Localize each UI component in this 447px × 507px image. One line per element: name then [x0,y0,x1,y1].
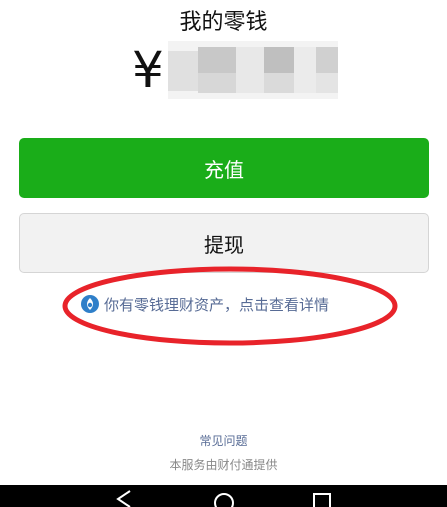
recharge-button[interactable]: 充值 [19,138,429,198]
faq-link[interactable]: 常见问题 [0,432,447,449]
wealth-notice-link[interactable]: 你有零钱理财资产，点击查看详情 [80,292,329,316]
system-nav-bar [0,485,447,507]
page-title: 我的零钱 [179,10,268,35]
currency-symbol: ¥ [132,41,164,99]
wealth-notice-text: 你有零钱理财资产，点击查看详情 [104,295,330,314]
balance-blur-mask [167,41,338,99]
licaitong-icon [81,295,99,313]
withdraw-button[interactable]: 提现 [19,213,429,273]
recents-icon[interactable] [302,485,342,507]
provider-text: 本服务由财付通提供 [169,458,278,472]
home-icon[interactable] [204,485,244,507]
back-icon[interactable] [104,485,144,507]
balance-display: ¥ [132,40,338,100]
